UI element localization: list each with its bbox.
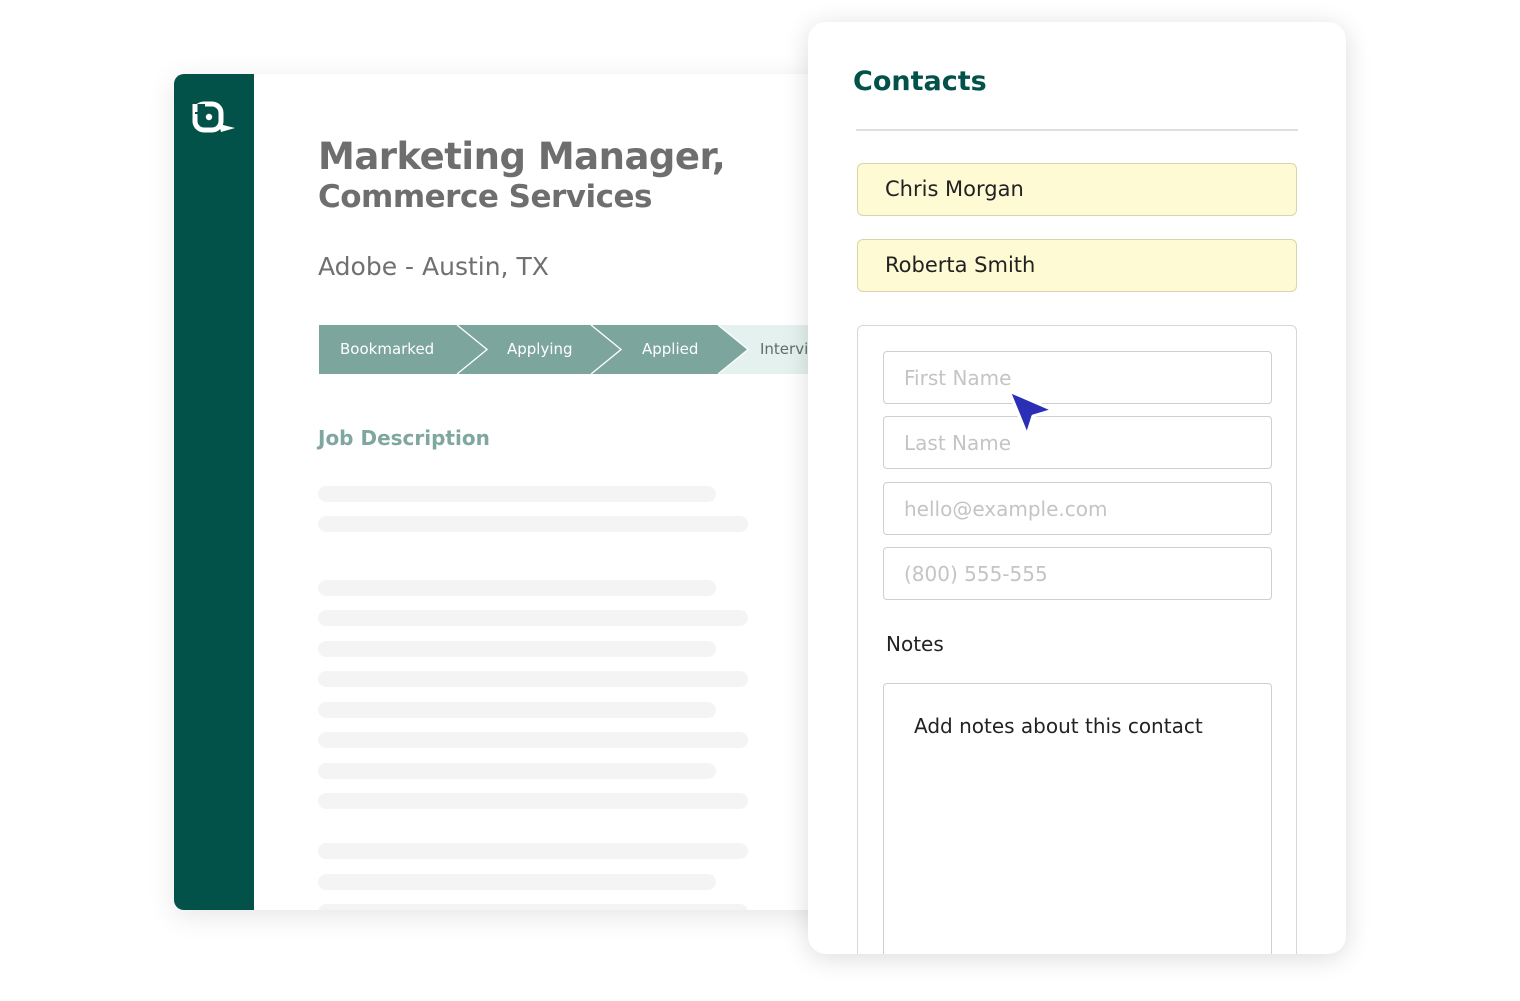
- job-card: Marketing Manager, Commerce Services Ado…: [174, 74, 874, 910]
- app-logo-icon[interactable]: [191, 98, 239, 138]
- skeleton-line: [318, 843, 748, 859]
- contact-item-roberta-smith[interactable]: Roberta Smith: [857, 239, 1297, 292]
- skeleton-line: [318, 874, 716, 890]
- skeleton-line: [318, 580, 716, 596]
- job-title: Marketing Manager, Commerce Services: [318, 135, 726, 216]
- notes-field[interactable]: [883, 683, 1272, 954]
- skeleton-line: [318, 793, 748, 809]
- skeleton-line: [318, 904, 748, 910]
- notes-label: Notes: [886, 632, 944, 656]
- skeleton-line: [318, 671, 748, 687]
- job-description-heading: Job Description: [318, 426, 490, 450]
- first-name-field[interactable]: [883, 351, 1272, 404]
- pipeline-stage-interview[interactable]: Intervi: [760, 325, 808, 374]
- stage: Marketing Manager, Commerce Services Ado…: [0, 0, 1520, 1001]
- skeleton-line: [318, 641, 716, 657]
- email-field[interactable]: [883, 482, 1272, 535]
- phone-field[interactable]: [883, 547, 1272, 600]
- divider: [856, 129, 1298, 131]
- app-sidebar: [174, 74, 254, 910]
- pipeline-stage-applied[interactable]: Applied: [642, 325, 698, 374]
- pipeline-stage-bookmarked[interactable]: Bookmarked: [340, 325, 434, 374]
- skeleton-line: [318, 486, 716, 502]
- skeleton-line: [318, 763, 716, 779]
- skeleton-line: [318, 610, 748, 626]
- last-name-field[interactable]: [883, 416, 1272, 469]
- skeleton-line: [318, 732, 748, 748]
- skeleton-line: [318, 516, 748, 532]
- new-contact-form: Notes: [857, 325, 1297, 954]
- application-pipeline: Bookmarked Applying Applied Intervi: [319, 325, 874, 374]
- contact-item-chris-morgan[interactable]: Chris Morgan: [857, 163, 1297, 216]
- skeleton-line: [318, 702, 716, 718]
- job-title-line2: Commerce Services: [318, 179, 652, 215]
- contacts-title: Contacts: [853, 66, 987, 97]
- job-company-location: Adobe - Austin, TX: [318, 252, 549, 281]
- job-title-line1: Marketing Manager,: [318, 135, 726, 178]
- pipeline-stage-applying[interactable]: Applying: [507, 325, 573, 374]
- contacts-panel: Contacts Chris Morgan Roberta Smith Note…: [808, 22, 1346, 954]
